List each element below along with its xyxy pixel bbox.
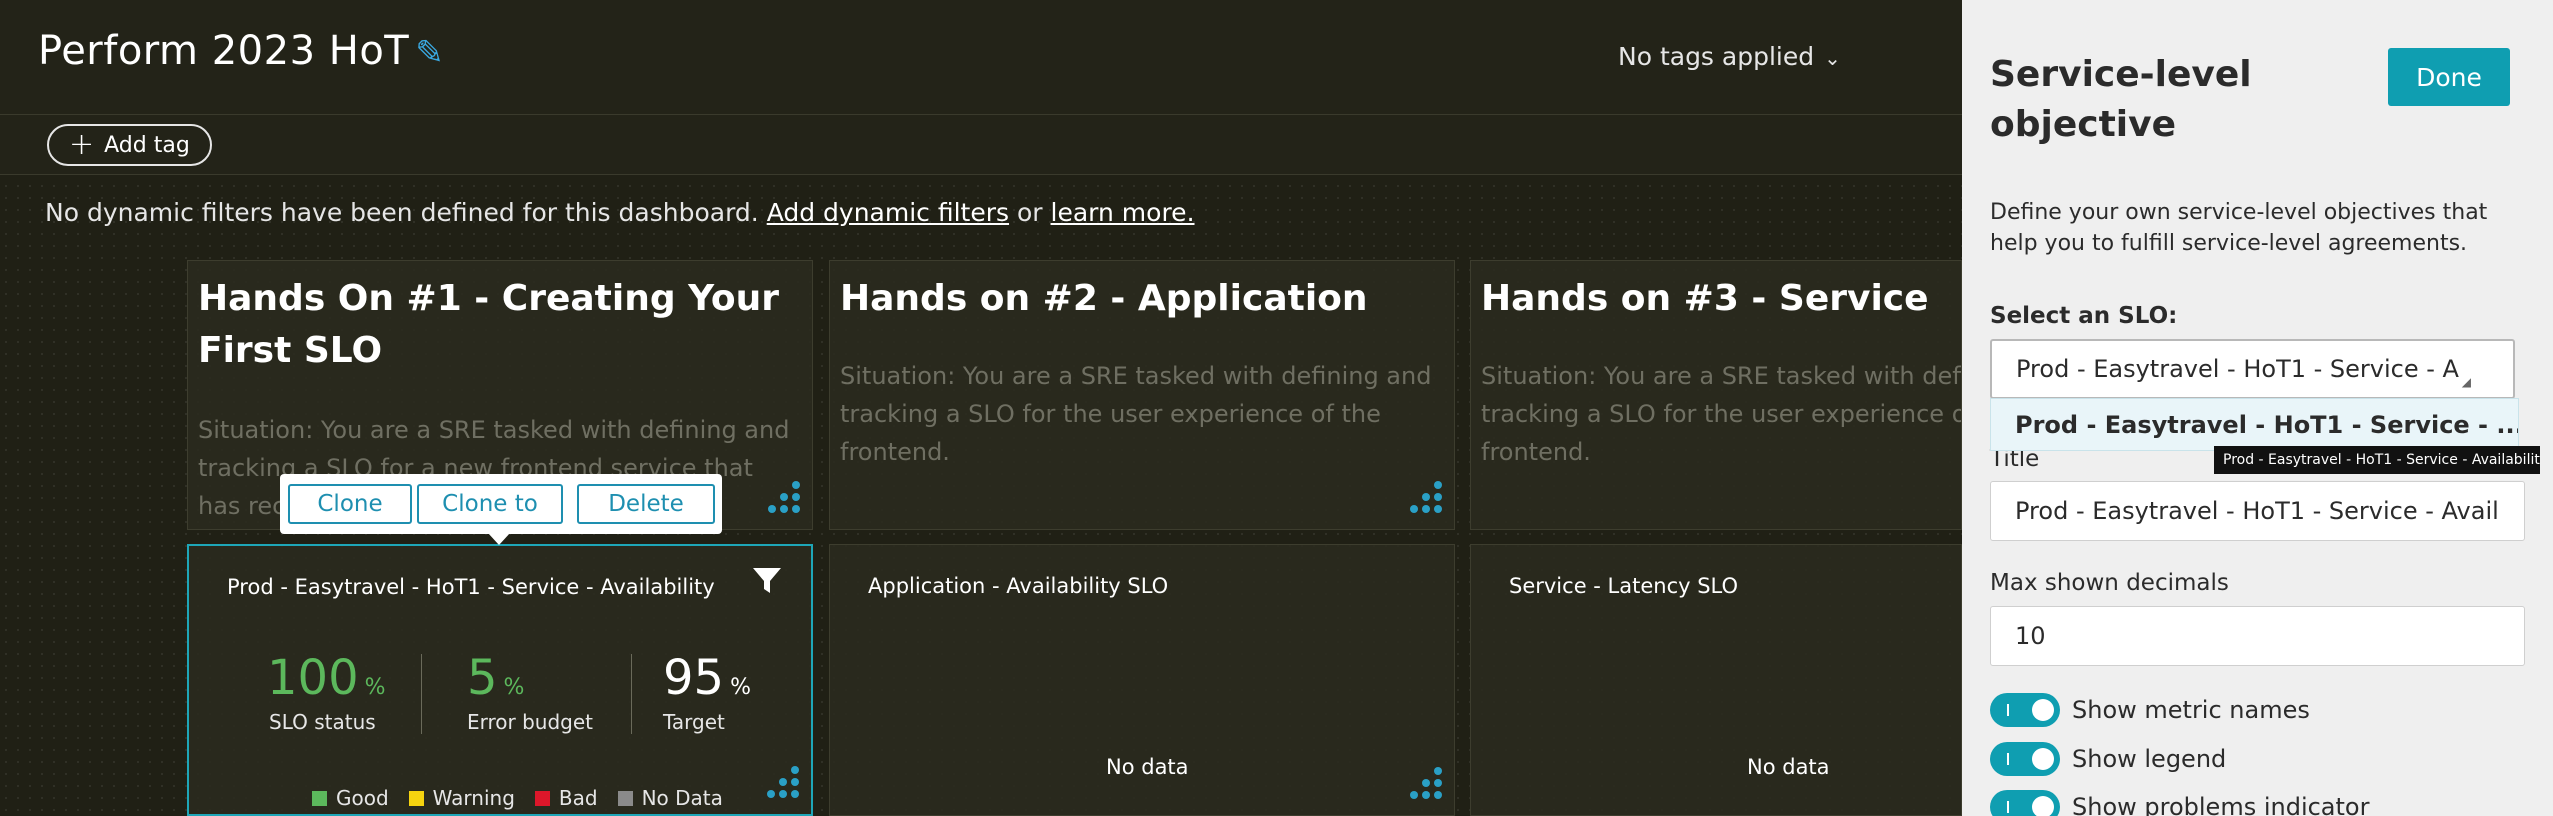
tile-title: Hands on #2 - Application (840, 278, 1368, 319)
slo-status-label: SLO status (269, 710, 376, 734)
toggle-switch[interactable] (1990, 742, 2060, 776)
slo-dropdown-option[interactable]: Prod - Easytravel - HoT1 - Service - ... (1990, 398, 2519, 451)
title-input[interactable]: Prod - Easytravel - HoT1 - Service - Ava… (1990, 481, 2525, 541)
chevron-down-icon: ⌄ (1824, 46, 1841, 70)
combobox-caret-icon: ◢ (2461, 375, 2471, 389)
no-data-text: No data (1106, 755, 1189, 779)
legend-swatch-warning (408, 790, 424, 806)
add-dynamic-filters-link[interactable]: Add dynamic filters (767, 198, 1009, 227)
tile-slo-service-availability[interactable]: Prod - Easytravel - HoT1 - Service - Ava… (187, 544, 813, 816)
error-budget-label: Error budget (467, 710, 594, 734)
tile-hands-on-2[interactable]: Hands on #2 - Application Situation: You… (829, 260, 1455, 530)
add-tag-button[interactable]: + Add tag (47, 124, 212, 166)
legend-swatch-good (312, 790, 327, 806)
learn-more-link[interactable]: learn more. (1051, 198, 1195, 227)
pencil-icon[interactable]: ✎ (415, 33, 444, 73)
toggle-show-metric-names[interactable]: Show metric names (1990, 693, 2310, 727)
tile-dots-icon[interactable] (757, 766, 803, 808)
done-button[interactable]: Done (2388, 48, 2510, 106)
divider (631, 654, 632, 734)
legend-swatch-nodata (617, 790, 633, 806)
tile-title: Prod - Easytravel - HoT1 - Service - Ava… (227, 575, 715, 599)
delete-button[interactable]: Delete (577, 484, 715, 524)
tile-hands-on-3[interactable]: Hands on #3 - Service Situation: You are… (1470, 260, 1962, 530)
error-budget-value: 5% (467, 650, 525, 706)
tile-application-availability-slo[interactable]: Application - Availability SLO No data (829, 544, 1455, 816)
slo-tooltip: Prod - Easytravel - HoT1 - Service - Ava… (2214, 446, 2540, 474)
tile-dots-icon[interactable] (1400, 767, 1446, 809)
tag-bar (0, 115, 1962, 175)
target-label: Target (663, 710, 725, 734)
slo-legend: Good Warning Bad No Data (312, 786, 723, 810)
toggle-show-problems-indicator[interactable]: Show problems indicator (1990, 790, 2369, 816)
tile-text: Situation: You are a SRE tasked with def… (1481, 362, 1961, 466)
toggle-show-legend[interactable]: Show legend (1990, 742, 2226, 776)
dashboard-title[interactable]: Perform 2023 HoT ✎ (38, 28, 444, 74)
panel-description: Define your own service-level objectives… (1990, 200, 2488, 256)
tile-title: Application - Availability SLO (868, 574, 1169, 598)
max-decimals-label: Max shown decimals (1990, 570, 2229, 596)
legend-swatch-bad (534, 790, 550, 806)
tile-title: Hands On #1 - Creating Your First SLO (198, 278, 780, 371)
tile-text: Situation: You are a SRE tasked with def… (840, 362, 1432, 466)
select-slo-label: Select an SLO: (1990, 303, 2178, 329)
toggle-switch[interactable] (1990, 790, 2060, 816)
tags-dropdown[interactable]: No tags applied ⌄ (1618, 42, 1841, 71)
tile-context-menu: Clone Clone to Delete (280, 474, 722, 545)
tile-service-latency-slo[interactable]: Service - Latency SLO No data (1470, 544, 1962, 816)
plus-icon: + (69, 127, 95, 162)
tile-title: Service - Latency SLO (1509, 574, 1739, 598)
clone-button[interactable]: Clone (288, 484, 412, 524)
filter-icon[interactable] (751, 566, 783, 596)
tile-dots-icon[interactable] (1400, 481, 1446, 523)
target-value: 95% (663, 650, 751, 706)
toggle-switch[interactable] (1990, 693, 2060, 727)
no-data-text: No data (1747, 755, 1830, 779)
tile-title: Hands on #3 - Service (1481, 278, 1929, 319)
slo-status-value: 100% (267, 650, 386, 706)
dynamic-filters-notice: No dynamic filters have been defined for… (45, 198, 1195, 227)
panel-title: Service-level objective (1990, 54, 2252, 145)
clone-to-button[interactable]: Clone to (417, 484, 563, 524)
tile-dots-icon[interactable] (758, 481, 804, 523)
max-decimals-input[interactable]: 10 (1990, 606, 2525, 666)
divider (421, 654, 422, 734)
select-slo-combobox[interactable]: Prod - Easytravel - HoT1 - Service - A ◢ (1990, 339, 2515, 399)
